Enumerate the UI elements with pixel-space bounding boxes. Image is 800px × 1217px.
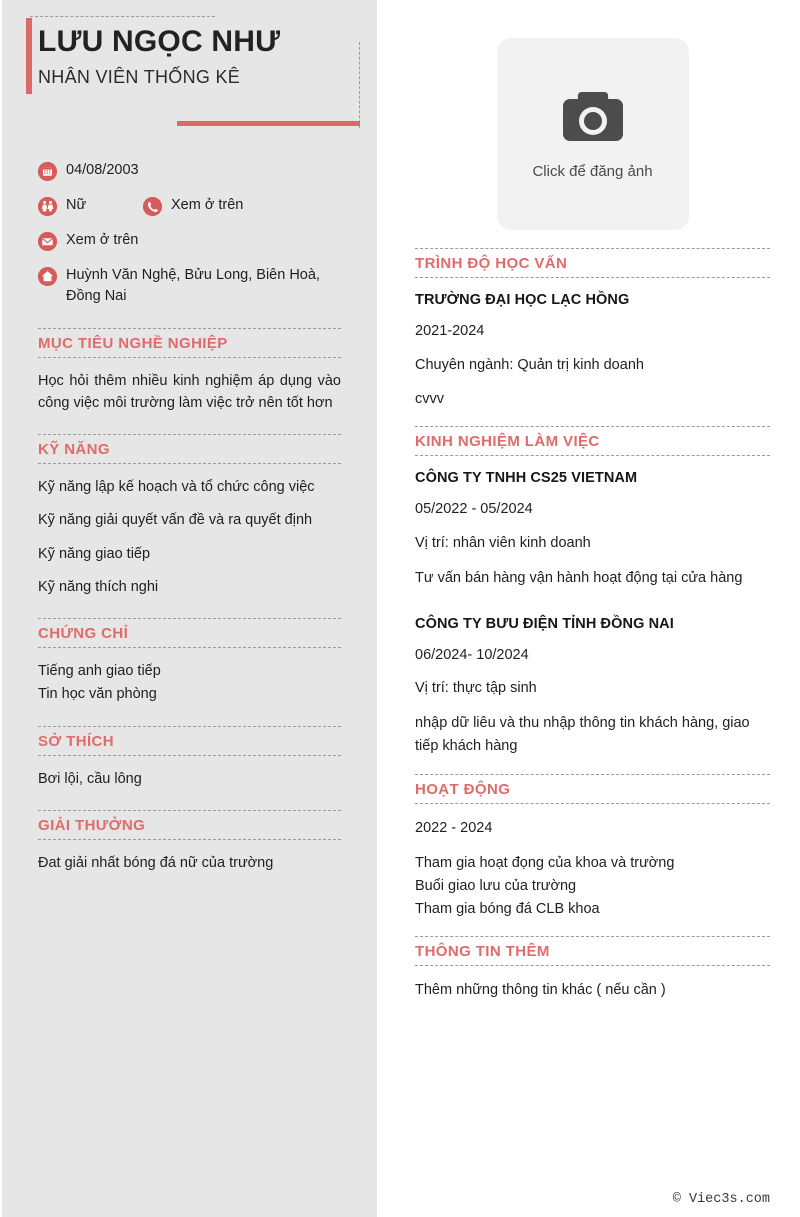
section-hobbies-header: SỞ THÍCH [38, 725, 341, 756]
section-education-header: TRÌNH ĐỘ HỌC VẤN [415, 248, 770, 278]
section-education-title: TRÌNH ĐỘ HỌC VẤN [415, 255, 568, 272]
main-column: Click để đăng ảnh TRÌNH ĐỘ HỌC VẤN TRƯỜN… [377, 0, 800, 1217]
section-awards: GIẢI THƯỞNG Đat giải nhất bóng đá nữ của… [38, 809, 341, 874]
section-additional-info-title: THÔNG TIN THÊM [415, 943, 550, 961]
section-education: TRÌNH ĐỘ HỌC VẤN TRƯỜNG ĐẠI HỌC LẠC HỒNG… [415, 248, 770, 410]
cv-page: LƯU NGỌC NHƯ NHÂN VIÊN THỐNG KÊ 04/08/20… [0, 0, 800, 1217]
profile-header: LƯU NGỌC NHƯ NHÂN VIÊN THỐNG KÊ [26, 0, 360, 150]
activity-description: Tham gia hoạt đọng của khoa và trường Bu… [415, 854, 675, 917]
experience-entry: CÔNG TY TNHH CS25 VIETNAM 05/2022 - 05/2… [415, 470, 770, 589]
award-item: Đat giải nhất bóng đá nữ của trường [38, 854, 274, 871]
section-skills-header: KỸ NĂNG [38, 434, 341, 465]
section-objective-header: MỤC TIÊU NGHỀ NGHIỆP [38, 327, 341, 358]
gender-icon [38, 197, 57, 216]
section-objective-title: MỤC TIÊU NGHỀ NGHIỆP [38, 334, 228, 352]
experience-position: Vị trí: thực tập sinh [415, 680, 537, 697]
sidebar: LƯU NGỌC NHƯ NHÂN VIÊN THỐNG KÊ 04/08/20… [2, 0, 377, 1217]
photo-upload-label: Click để đăng ảnh [532, 163, 653, 180]
birthday-value: 04/08/2003 [66, 162, 139, 178]
section-experience: KINH NGHIỆM LÀM VIỆC CÔNG TY TNHH CS25 V… [415, 426, 770, 758]
activity-dates: 2022 - 2024 [415, 819, 493, 836]
section-hobbies: SỞ THÍCH Bơi lội, cầu lông [38, 725, 341, 790]
additional-info-entry: Thêm những thông tin khác ( nếu cần ) [415, 980, 770, 1002]
experience-company: CÔNG TY BƯU ĐIỆN TỈNH ĐỒNG NAI [415, 615, 674, 632]
experience-description: Tư vấn bán hàng vận hành hoạt động tại c… [415, 569, 743, 586]
phone-value: Xem ở trên [171, 197, 244, 213]
education-school: TRƯỜNG ĐẠI HỌC LẠC HỒNG [415, 292, 630, 308]
education-dates: 2021-2024 [415, 323, 485, 339]
section-certificates-header: CHỨNG CHỈ [38, 617, 341, 648]
education-major: Chuyên ngành: Quản trị kinh doanh [415, 356, 644, 373]
skill-item: Kỹ năng lập kế hoạch và tổ chức công việ… [38, 479, 315, 496]
section-activities: HOẠT ĐỘNG 2022 - 2024 Tham gia hoạt đọng… [415, 773, 770, 920]
section-awards-title: GIẢI THƯỞNG [38, 816, 146, 834]
section-experience-title: KINH NGHIỆM LÀM VIỆC [415, 433, 600, 451]
footer-copyright: © Viec3s.com [672, 1192, 770, 1207]
header-accent-bar [26, 18, 32, 94]
section-additional-info-header: THÔNG TIN THÊM [415, 936, 770, 967]
experience-company: CÔNG TY TNHH CS25 VIETNAM [415, 470, 638, 487]
contact-row-address: Huỳnh Văn Nghệ, Bửu Long, Biên Hoà, Đồng… [38, 265, 341, 308]
certificate-item: Tiếng anh giao tiếp Tin học văn phòng [38, 662, 161, 702]
camera-icon [557, 88, 629, 151]
objective-text: Học hỏi thêm nhiều kinh nghiệm áp dụng v… [38, 372, 341, 412]
activity-entry: 2022 - 2024 Tham gia hoạt đọng của khoa … [415, 818, 770, 920]
additional-info-text: Thêm những thông tin khác ( nếu cần ) [415, 982, 666, 999]
envelope-icon [38, 232, 57, 251]
phone-icon [143, 197, 162, 216]
skill-item: Kỹ năng giải quyết vấn đề và ra quyết đị… [38, 512, 313, 529]
contact-row-gender-phone: Nữ Xem ở trên [38, 195, 341, 220]
section-skills: KỸ NĂNG Kỹ năng lập kế hoạch và tổ chức … [38, 434, 341, 598]
section-certificates: CHỨNG CHỈ Tiếng anh giao tiếp Tin học vă… [38, 617, 341, 706]
skill-item: Kỹ năng giao tiếp [38, 545, 151, 562]
section-objective: MỤC TIÊU NGHỀ NGHIỆP Học hỏi thêm nhiều … [38, 327, 341, 414]
calendar-icon [38, 162, 57, 181]
gender-value: Nữ [66, 197, 87, 213]
experience-entry: CÔNG TY BƯU ĐIỆN TỈNH ĐỒNG NAI 06/2024- … [415, 616, 770, 758]
section-certificates-title: CHỨNG CHỈ [38, 624, 129, 642]
photo-upload-button[interactable]: Click để đăng ảnh [496, 38, 689, 230]
header-right-dashed-rule [359, 42, 360, 128]
experience-description: nhập dữ liêu và thu nhập thông tin khách… [415, 715, 750, 755]
hobby-item: Bơi lội, cầu lông [38, 770, 142, 787]
section-experience-header: KINH NGHIỆM LÀM VIỆC [415, 426, 770, 457]
experience-dates: 05/2022 - 05/2024 [415, 501, 533, 518]
address-value: Huỳnh Văn Nghệ, Bửu Long, Biên Hoà, Đồng… [66, 267, 320, 305]
experience-dates: 06/2024- 10/2024 [415, 646, 529, 663]
contact-list: 04/08/2003 Nữ Xem ở trên Xem ở trên Huỳn… [38, 160, 341, 308]
photo-upload-area: Click để đăng ảnh [415, 0, 770, 230]
section-awards-header: GIẢI THƯỞNG [38, 809, 341, 840]
candidate-name: LƯU NGỌC NHƯ [38, 25, 281, 58]
section-skills-title: KỸ NĂNG [38, 441, 110, 459]
section-activities-title: HOẠT ĐỘNG [415, 780, 511, 798]
header-top-dashed-rule [30, 16, 215, 17]
header-bottom-accent-bar [177, 121, 360, 126]
section-additional-info: THÔNG TIN THÊM Thêm những thông tin khác… [415, 936, 770, 1002]
education-entry: TRƯỜNG ĐẠI HỌC LẠC HỒNG 2021-2024 Chuyên… [415, 292, 770, 410]
experience-position: Vị trí: nhân viên kinh doanh [415, 535, 591, 551]
contact-row-email: Xem ở trên [38, 230, 341, 255]
email-value: Xem ở trên [66, 232, 139, 248]
section-activities-header: HOẠT ĐỘNG [415, 773, 770, 804]
education-note: cvvv [415, 390, 444, 407]
skill-item: Kỹ năng thích nghi [38, 578, 159, 595]
home-icon [38, 267, 57, 286]
candidate-job-title: NHÂN VIÊN THỐNG KÊ [38, 67, 241, 88]
contact-row-birthday: 04/08/2003 [38, 160, 341, 185]
section-hobbies-title: SỞ THÍCH [38, 732, 114, 750]
